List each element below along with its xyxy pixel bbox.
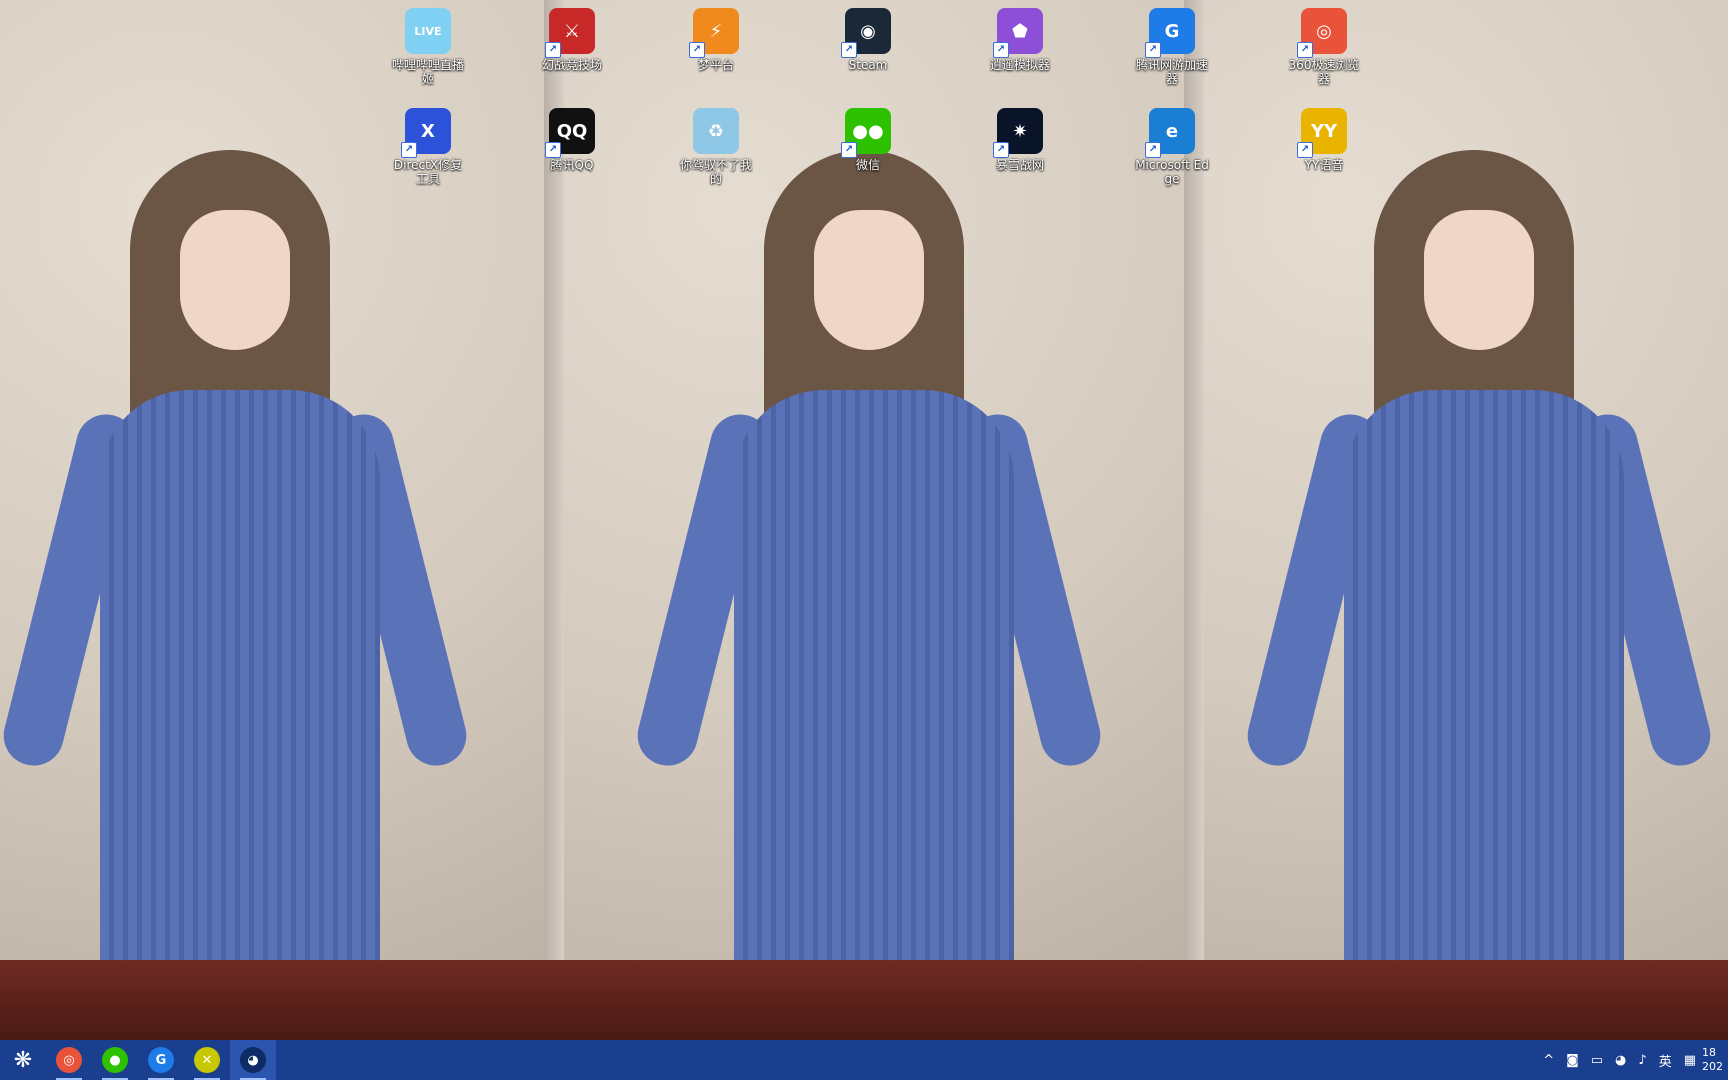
- desktop-icon-label: 哔哩哔哩直播姬: [391, 58, 464, 86]
- desktop-icon-edge[interactable]: e ↗ Microsoft Edge: [1127, 102, 1217, 186]
- shortcut-arrow-icon: ↗: [993, 142, 1009, 158]
- wallpaper-figure: [0, 150, 473, 1040]
- desktop-icon-label: 梦平台: [697, 58, 734, 72]
- shortcut-arrow-icon: ↗: [1297, 142, 1313, 158]
- shortcut-arrow-icon: ↗: [1297, 42, 1313, 58]
- wallpaper-figure: [631, 150, 1107, 1040]
- desktop-icon-label: Microsoft Edge: [1135, 158, 1209, 186]
- desktop-icon-yy-voice[interactable]: YY ↗ YY语音: [1279, 102, 1369, 172]
- qq-icon: QQ ↗: [545, 108, 595, 158]
- taskbar-button-yellow-app[interactable]: ✕: [184, 1040, 230, 1080]
- desktop-icon-arena-game[interactable]: ⚔ ↗ 幻战竞技场: [527, 2, 617, 72]
- taskbar-button-wechat[interactable]: ●: [92, 1040, 138, 1080]
- shortcut-arrow-icon: ↗: [1145, 42, 1161, 58]
- desktop-icon-label: 你驾驭不了我的: [679, 158, 752, 186]
- tray-app-icon[interactable]: ◙: [1560, 1053, 1585, 1068]
- tencent-accelerator-icon: G ↗: [1145, 8, 1195, 58]
- clock-date: 202: [1702, 1060, 1723, 1073]
- shortcut-arrow-icon: ↗: [1145, 142, 1161, 158]
- keyboard-grid-icon[interactable]: ▦: [1678, 1053, 1702, 1068]
- shortcut-arrow-icon: ↗: [689, 42, 705, 58]
- clock-time: 18: [1702, 1046, 1716, 1059]
- 360-browser-icon: ◎: [56, 1047, 82, 1073]
- 360-browser-icon: ◎ ↗: [1297, 8, 1347, 58]
- desktop-icon-xiaoyao-emulator[interactable]: ⬟ ↗ 逍遥模拟器: [975, 2, 1065, 72]
- bilibili-live-icon: LIVE: [405, 8, 451, 54]
- desktop-icon-label: 腾讯网游加速器: [1135, 58, 1208, 86]
- wallpaper-panel-right: [1184, 0, 1728, 1040]
- shortcut-arrow-icon: ↗: [841, 42, 857, 58]
- shortcut-arrow-icon: ↗: [841, 142, 857, 158]
- ime-indicator[interactable]: 英: [1653, 1051, 1678, 1070]
- desktop-icon-dream-platform[interactable]: ⚡ ↗ 梦平台: [671, 2, 761, 72]
- qq-tray-icon[interactable]: ◕: [1609, 1053, 1632, 1068]
- desktop-icon-label: YY语音: [1304, 158, 1344, 172]
- desktop-icon-label: 幻战竞技场: [541, 58, 602, 72]
- desktop-icon-steam[interactable]: ◉ ↗ Steam: [823, 2, 913, 72]
- yellow-app-icon: ✕: [194, 1047, 220, 1073]
- shortcut-arrow-icon: ↗: [401, 142, 417, 158]
- edge-icon: e ↗: [1145, 108, 1195, 158]
- desktop-icon-label: 逍遥模拟器: [989, 58, 1050, 72]
- desktop-icon-label: 腾讯QQ: [550, 158, 594, 172]
- shortcut-arrow-icon: ↗: [545, 142, 561, 158]
- battlenet-icon: ✷ ↗: [993, 108, 1043, 158]
- desktop-icon-qq[interactable]: QQ ↗ 腾讯QQ: [527, 102, 617, 172]
- steam-icon: ◉ ↗: [841, 8, 891, 58]
- taskbar-button-tencent-accelerator[interactable]: G: [138, 1040, 184, 1080]
- desktop-icon-tencent-accelerator[interactable]: G ↗ 腾讯网游加速器: [1127, 2, 1217, 86]
- volume-icon[interactable]: ♪: [1632, 1053, 1652, 1068]
- start-icon: ❋: [13, 1047, 33, 1073]
- wechat-icon: ●: [102, 1047, 128, 1073]
- tencent-accelerator-icon: G: [148, 1047, 174, 1073]
- tray-chevron-icon[interactable]: ^: [1537, 1053, 1560, 1068]
- clock[interactable]: 18 202: [1702, 1046, 1728, 1074]
- qq-app-icon: ◕: [240, 1047, 266, 1073]
- yy-voice-icon: YY ↗: [1297, 108, 1347, 158]
- taskbar-button-start[interactable]: ❋: [0, 1040, 46, 1080]
- desktop-icon-wechat[interactable]: ●● ↗ 微信: [823, 102, 913, 172]
- system-tray: ^ ◙ ▭ ◕ ♪ 英 ▦ 18 202: [1537, 1040, 1728, 1080]
- desktop-icon-battlenet[interactable]: ✷ ↗ 暴雪战网: [975, 102, 1065, 172]
- desktop-icon-label: Steam: [848, 58, 888, 72]
- desktop-icon-directx-repair[interactable]: X ↗ DirectX修复工具: [383, 102, 473, 186]
- shortcut-arrow-icon: ↗: [545, 42, 561, 58]
- taskbar-button-qq-app[interactable]: ◕: [230, 1040, 276, 1080]
- wechat-icon: ●● ↗: [841, 108, 891, 158]
- desktop-icon-bilibili-live[interactable]: LIVE 哔哩哔哩直播姬: [383, 2, 473, 86]
- desktop-icon-360-browser[interactable]: ◎ ↗ 360极速浏览器: [1279, 2, 1369, 86]
- directx-repair-icon: X ↗: [401, 108, 451, 158]
- recycle-bin-icon: ♻: [693, 108, 739, 154]
- desktop-icon-label: 微信: [855, 158, 880, 172]
- taskbar: ❋ ◎ ● G ✕ ◕ ^ ◙ ▭ ◕ ♪ 英 ▦ 18 202: [0, 1040, 1728, 1080]
- dream-platform-icon: ⚡ ↗: [689, 8, 739, 58]
- desktop-icon-label: 360极速浏览器: [1288, 58, 1360, 86]
- desktop-icon-recycle-bin[interactable]: ♻ 你驾驭不了我的: [671, 102, 761, 186]
- desktop-icon-label: DirectX修复工具: [393, 158, 463, 186]
- taskbar-apps: ❋ ◎ ● G ✕ ◕: [0, 1040, 276, 1080]
- network-icon[interactable]: ▭: [1585, 1053, 1609, 1068]
- desktop-icon-label: 暴雪战网: [995, 158, 1044, 172]
- taskbar-button-360-browser[interactable]: ◎: [46, 1040, 92, 1080]
- arena-game-icon: ⚔ ↗: [545, 8, 595, 58]
- shortcut-arrow-icon: ↗: [993, 42, 1009, 58]
- xiaoyao-emulator-icon: ⬟ ↗: [993, 8, 1043, 58]
- wallpaper-figure: [1241, 150, 1717, 1040]
